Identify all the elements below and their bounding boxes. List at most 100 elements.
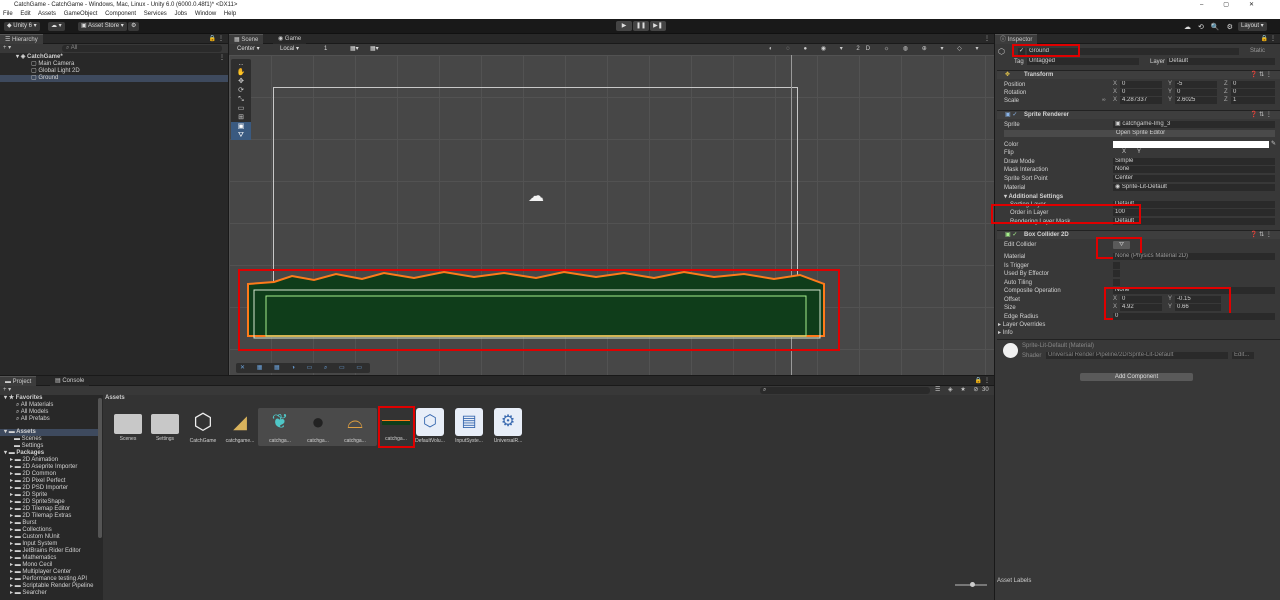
- play-button[interactable]: ▶: [616, 21, 632, 31]
- asset-settings[interactable]: Settings: [147, 408, 183, 442]
- package-item[interactable]: ▸ ▬ Input System: [10, 541, 57, 548]
- drag-handle-icon[interactable]: ‥: [231, 59, 251, 68]
- edge-radius-input[interactable]: 0: [1113, 313, 1275, 320]
- draw-mode-dropdown[interactable]: Simple: [1113, 158, 1275, 165]
- scene-menu-icon[interactable]: ⋮: [219, 54, 225, 61]
- collider-tool-icon[interactable]: ▣: [231, 122, 251, 131]
- package-item[interactable]: ▸ ▬ Mathematics: [10, 555, 56, 562]
- rotate-tool-icon[interactable]: ⟳: [231, 86, 251, 95]
- package-item[interactable]: ▸ ▬ 2D SpriteShape: [10, 499, 65, 506]
- sort-point-dropdown[interactable]: Center: [1113, 175, 1275, 182]
- packages-foldout[interactable]: ▾ ▬ Packages: [4, 450, 44, 457]
- hand-tool-icon[interactable]: ✋: [231, 68, 251, 77]
- menu-assets[interactable]: Assets: [38, 11, 56, 17]
- collider-material-field[interactable]: None (Physics Material 2D): [1113, 253, 1275, 260]
- inspector-more-icon[interactable]: 🔒 ⋮: [1261, 35, 1276, 42]
- package-item[interactable]: ▸ ▬ 2D Common: [10, 471, 56, 478]
- project-filter-icons[interactable]: ☰ ◈ ★ ⊘: [935, 386, 981, 395]
- pivot-dropdown[interactable]: Center ▾: [234, 45, 263, 54]
- package-item[interactable]: ▸ ▬ 2D Sprite: [10, 492, 47, 499]
- collider-edit-toolbar[interactable]: ✕ ▦ ▦ ◑ ▭ ⌕ ▭ ▭: [236, 363, 370, 373]
- rect-tool-icon[interactable]: ▭: [231, 104, 251, 113]
- project-add-icon[interactable]: + ▾: [3, 386, 11, 395]
- box-collider-menu-icon[interactable]: ❓ ⇅ ⋮: [1250, 231, 1272, 238]
- account-button[interactable]: ◆ Unity 6 ▾: [4, 22, 40, 31]
- more-icon[interactable]: 🔒 ⋮: [209, 35, 224, 42]
- asset-scenes[interactable]: Scenes: [110, 408, 146, 442]
- version-control-icon[interactable]: ⚙: [128, 22, 140, 31]
- rotation-y[interactable]: 0: [1175, 89, 1217, 96]
- layout-dropdown[interactable]: Layout ▾: [1238, 22, 1267, 31]
- hierarchy-search-input[interactable]: ⌕ All: [62, 45, 222, 52]
- package-item[interactable]: ▸ ▬ 2D PSD Importer: [10, 485, 68, 492]
- move-tool-icon[interactable]: ✥: [231, 77, 251, 86]
- scene-more-icon[interactable]: ⋮: [984, 35, 990, 42]
- asset-catchgame-sheet[interactable]: ◢ catchgame...: [222, 408, 258, 444]
- step-button[interactable]: ▶❚: [650, 21, 666, 31]
- scale-x[interactable]: 4.287337: [1120, 97, 1162, 104]
- sprite-renderer-header[interactable]: Sprite Renderer: [997, 110, 1280, 119]
- tab-scene[interactable]: ▦ Scene: [229, 34, 264, 44]
- color-swatch[interactable]: [1113, 141, 1269, 148]
- transform-tool-icon[interactable]: ⊞: [231, 113, 251, 122]
- package-item[interactable]: ▸ ▬ Burst: [10, 520, 36, 527]
- window-controls[interactable]: –▢✕: [1200, 0, 1274, 10]
- package-item[interactable]: ▸ ▬ Performance testing API: [10, 576, 87, 583]
- auto-tiling-checkbox[interactable]: [1113, 279, 1120, 286]
- add-icon[interactable]: + ▾: [3, 44, 11, 53]
- package-item[interactable]: ▸ ▬ Custom NUnit: [10, 534, 60, 541]
- mask-dropdown[interactable]: None: [1113, 166, 1275, 173]
- flip-y-checkbox[interactable]: Y: [1137, 149, 1141, 155]
- scene-root[interactable]: ▾ ◈ CatchGame*: [16, 54, 63, 61]
- scale-tool-icon[interactable]: ⤡: [231, 95, 251, 104]
- tab-hierarchy[interactable]: ☰ Hierarchy: [0, 34, 43, 44]
- layer-dropdown[interactable]: Default: [1167, 58, 1275, 65]
- position-x[interactable]: 0: [1120, 81, 1162, 88]
- menu-jobs[interactable]: Jobs: [174, 11, 187, 17]
- info-foldout[interactable]: ▸ Info: [998, 329, 1013, 337]
- sprite-field[interactable]: ▣ catchgame-Img_3: [1113, 121, 1275, 128]
- icon-size-slider-handle[interactable]: [970, 582, 975, 587]
- shader-dropdown[interactable]: Universal Render Pipeline/2D/Sprite-Lit-…: [1046, 352, 1228, 359]
- shader-edit-button[interactable]: Edit...: [1232, 352, 1254, 359]
- folder-settings[interactable]: ▬ Settings: [14, 443, 43, 450]
- sidebar-scrollbar[interactable]: [98, 398, 102, 538]
- package-item[interactable]: ▸ ▬ 2D Aseprite Importer: [10, 464, 77, 471]
- menu-services[interactable]: Services: [144, 11, 167, 17]
- pause-button[interactable]: ❚❚: [633, 21, 649, 31]
- position-z[interactable]: 0: [1231, 81, 1275, 88]
- toolbar-right-icons[interactable]: ☁⟲🔍⚙: [1184, 23, 1240, 31]
- package-item[interactable]: ▸ ▬ Multiplayer Center: [10, 569, 71, 576]
- flip-x-checkbox[interactable]: X: [1122, 149, 1126, 155]
- asset-bomb-sprite[interactable]: ● catchga...: [300, 408, 336, 444]
- menu-edit[interactable]: Edit: [20, 11, 30, 17]
- package-item[interactable]: ▸ ▬ Collections: [10, 527, 52, 534]
- package-item[interactable]: ▸ ▬ Mono Cecil: [10, 562, 52, 569]
- component-menu-icon[interactable]: ❓ ⇅ ⋮: [1250, 71, 1272, 78]
- menu-help[interactable]: Help: [224, 11, 236, 17]
- snap-icon[interactable]: ▦▾: [367, 45, 382, 54]
- open-sprite-editor-button[interactable]: Open Sprite Editor: [1004, 130, 1275, 137]
- package-item[interactable]: ▸ ▬ Searcher: [10, 590, 47, 597]
- fav-all-materials[interactable]: ⌕ All Materials: [16, 402, 53, 409]
- fav-all-prefabs[interactable]: ⌕ All Prefabs: [16, 416, 50, 423]
- hierarchy-item-ground[interactable]: ▢ Ground: [0, 75, 228, 82]
- tag-dropdown[interactable]: Untagged: [1027, 58, 1139, 65]
- package-item[interactable]: ▸ ▬ 2D Tilemap Extras: [10, 513, 71, 520]
- transform-header[interactable]: Transform: [997, 70, 1280, 79]
- eyedropper-icon[interactable]: ✎: [1271, 140, 1276, 147]
- tab-console[interactable]: ▤ Console: [50, 376, 90, 386]
- project-more-icon[interactable]: 🔒 ⋮: [975, 377, 990, 384]
- grid-icon[interactable]: ▦▾: [347, 45, 362, 54]
- assets-folder[interactable]: ▾ ▬ Assets: [0, 429, 98, 436]
- package-item[interactable]: ▸ ▬ 2D Pixel Perfect: [10, 478, 65, 485]
- hierarchy-item-main-camera[interactable]: ▢ Main Camera: [31, 61, 74, 68]
- fav-all-models[interactable]: ⌕ All Models: [16, 409, 48, 416]
- rotation-z[interactable]: 0: [1231, 89, 1275, 96]
- asset-default-volume[interactable]: ⬡ DefaultVolu...: [412, 408, 448, 444]
- hierarchy-item-global-light[interactable]: ▢ Global Light 2D: [31, 68, 80, 75]
- folder-scenes[interactable]: ▬ Scenes: [14, 436, 42, 443]
- asset-net-sprite[interactable]: ⌓ catchga...: [337, 408, 373, 444]
- light-gizmo-icon[interactable]: ☁: [525, 187, 547, 207]
- scale-z[interactable]: 1: [1231, 97, 1275, 104]
